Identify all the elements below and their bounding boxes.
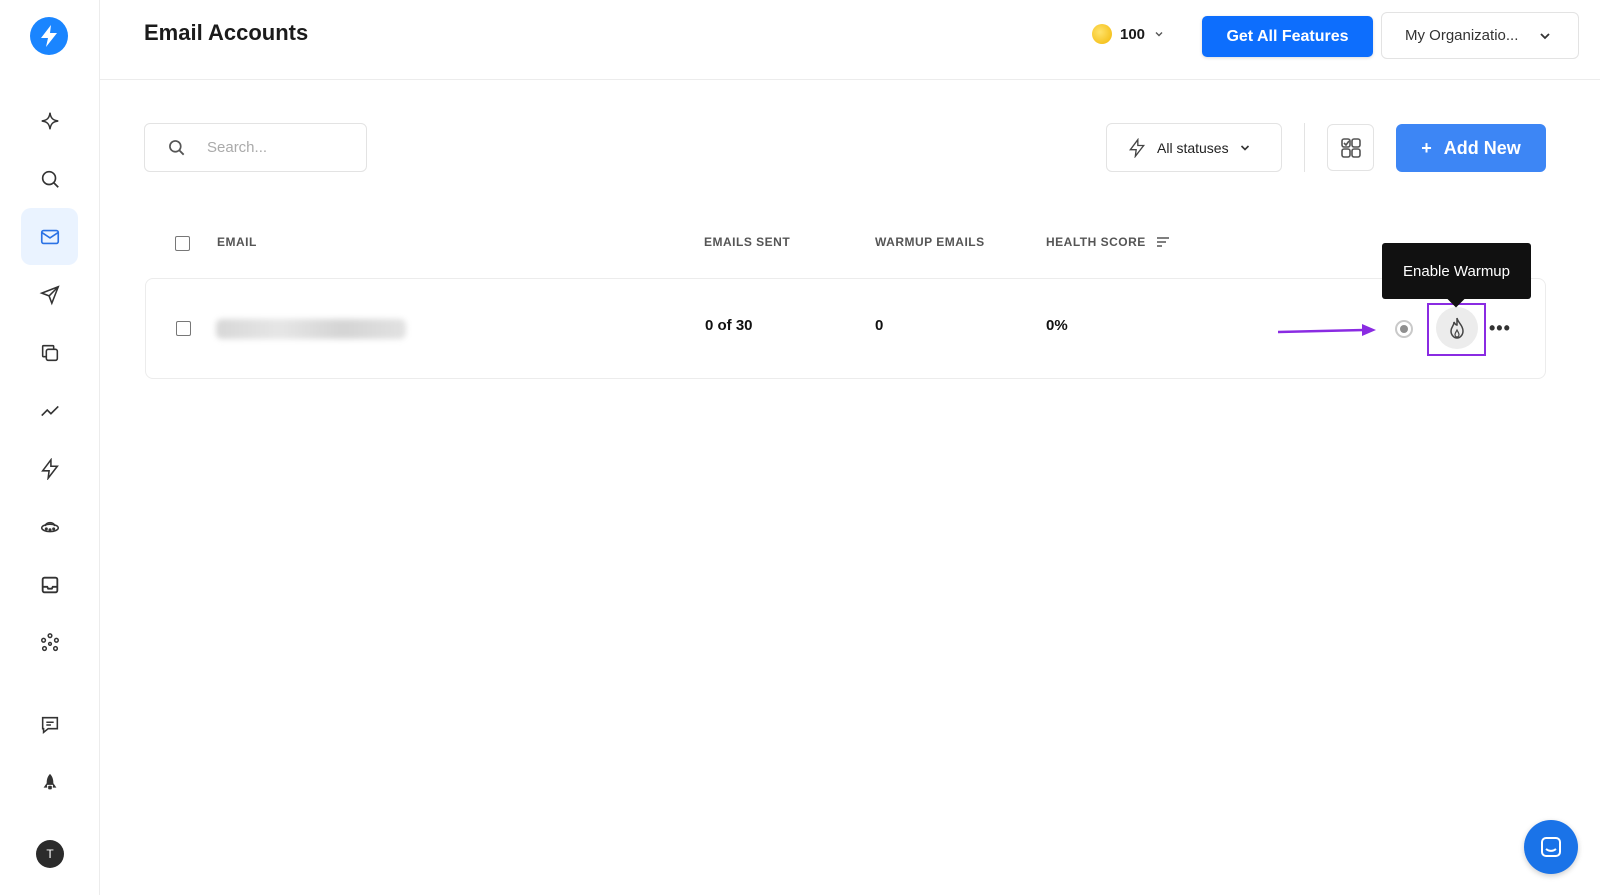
integrations-icon[interactable] (21, 614, 78, 671)
flame-icon (1450, 317, 1464, 339)
warmup-emails-value: 0 (875, 317, 884, 334)
add-new-label: Add New (1443, 137, 1521, 158)
add-new-button[interactable]: + Add New (1396, 124, 1546, 172)
coin-icon (1092, 24, 1112, 44)
search-input[interactable] (205, 138, 349, 157)
annotation-arrow (1278, 324, 1376, 336)
status-filter-dropdown[interactable]: All statuses (1106, 123, 1282, 172)
rocket-icon[interactable] (21, 754, 78, 811)
row-checkbox[interactable] (176, 321, 191, 336)
column-warmup-emails: WARMUP EMAILS (875, 235, 985, 249)
grid-check-icon (1340, 137, 1361, 158)
status-filter-label: All statuses (1157, 139, 1229, 156)
credits-value: 100 (1120, 25, 1146, 43)
chevron-down-icon (1540, 32, 1550, 39)
send-icon[interactable] (21, 266, 78, 323)
credits-dropdown[interactable]: 100 (1092, 24, 1165, 44)
organization-select[interactable]: My Organizatio... (1381, 12, 1579, 59)
chat-launcher-button[interactable] (1524, 820, 1578, 874)
column-health-score-label: HEALTH SCORE (1046, 235, 1146, 249)
email-address-redacted (216, 319, 406, 339)
table-header: EMAIL EMAILS SENT WARMUP EMAILS HEALTH S… (145, 225, 1546, 261)
page-title: Email Accounts (144, 20, 309, 45)
sort-icon (1156, 237, 1169, 247)
search-icon (169, 139, 185, 155)
health-score-value: 0% (1046, 317, 1068, 334)
bolt-icon (1129, 137, 1146, 158)
ufo-icon[interactable] (21, 498, 78, 555)
enable-warmup-button[interactable] (1436, 307, 1478, 349)
column-health-score[interactable]: HEALTH SCORE (1046, 235, 1170, 249)
mail-icon[interactable] (21, 208, 78, 265)
inbox-icon[interactable] (21, 556, 78, 613)
plus-icon: + (1421, 137, 1432, 158)
chevron-down-icon (1240, 144, 1249, 151)
get-all-features-button[interactable]: Get All Features (1202, 16, 1373, 57)
select-all-checkbox[interactable] (175, 236, 190, 251)
avatar[interactable]: T (36, 840, 64, 868)
more-options-button[interactable]: ••• (1489, 318, 1511, 339)
organization-label: My Organizatio... (1405, 27, 1519, 44)
bolt-icon[interactable] (21, 440, 78, 497)
column-emails-sent: EMAILS SENT (704, 235, 791, 249)
app-logo-icon[interactable] (30, 17, 68, 55)
top-header: Email Accounts 100 Get All Features My O… (100, 0, 1600, 80)
account-status-indicator[interactable] (1395, 320, 1413, 338)
chevron-down-icon (1155, 32, 1163, 37)
search-box (144, 123, 367, 172)
view-toggle-button[interactable] (1327, 124, 1374, 171)
toolbar-divider (1304, 123, 1305, 172)
analytics-icon[interactable] (21, 382, 78, 439)
sidebar: T (0, 0, 100, 895)
emails-sent-value: 0 of 30 (705, 317, 753, 334)
chat-icon (1541, 837, 1561, 857)
feedback-icon[interactable] (21, 696, 78, 753)
enable-warmup-tooltip: Enable Warmup (1382, 243, 1531, 299)
sparkle-icon[interactable] (21, 92, 78, 149)
copy-icon[interactable] (21, 324, 78, 381)
column-email: EMAIL (217, 235, 257, 249)
search-icon[interactable] (21, 150, 78, 207)
